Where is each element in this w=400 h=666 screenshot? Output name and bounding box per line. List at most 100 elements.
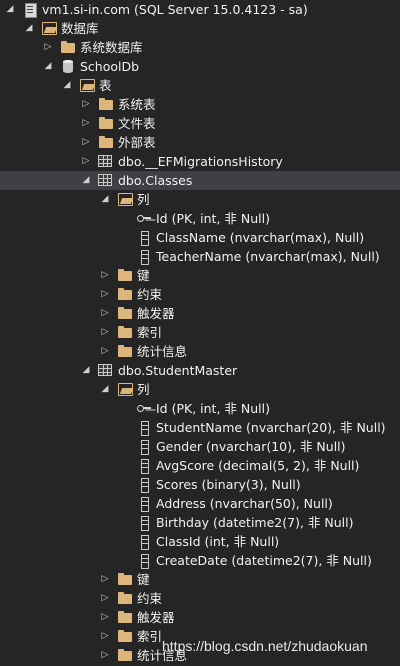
tree-node-scores-binary-3-null[interactable]: Scores (binary(3), Null) <box>0 475 400 494</box>
expand-arrow-icon[interactable]: ▷ <box>42 38 54 57</box>
collapse-arrow-icon[interactable]: ◢ <box>80 361 92 380</box>
folder-icon <box>117 287 133 302</box>
tree-node-label: dbo.__EFMigrationsHistory <box>118 154 283 169</box>
collapse-arrow-icon[interactable]: ◢ <box>80 171 92 190</box>
tree-node-teachername-nvarchar-max-null[interactable]: TeacherName (nvarchar(max), Null) <box>0 247 400 266</box>
tree-node-label: vm1.si-in.com (SQL Server 15.0.4123 - sa… <box>42 2 308 17</box>
tree-node-label: Id (PK, int, 非 Null) <box>156 211 270 226</box>
collapse-arrow-icon[interactable]: ◢ <box>42 57 54 76</box>
tree-node-node-15[interactable]: ▷ 约束 <box>0 285 400 304</box>
tree-node-node-2[interactable]: ▷ 系统数据库 <box>0 38 400 57</box>
tree-node-birthday-datetime2-7-null[interactable]: Birthday (datetime2(7), 非 Null) <box>0 513 400 532</box>
tree-node-label: 索引 <box>137 325 163 340</box>
folder-icon <box>98 116 114 131</box>
tree-node-node-34[interactable]: ▷ 统计信息 <box>0 646 400 665</box>
tree-node-label: ClassName (nvarchar(max), Null) <box>156 230 365 245</box>
expand-arrow-icon[interactable]: ▷ <box>99 304 111 323</box>
column-icon <box>136 439 152 455</box>
tree-node-node-6[interactable]: ▷ 文件表 <box>0 114 400 133</box>
folder-open-icon <box>41 21 57 36</box>
folder-open-icon <box>117 192 133 207</box>
expand-arrow-icon[interactable]: ▷ <box>99 285 111 304</box>
tree-node-dbo-efmigrationshistory[interactable]: ▷ dbo.__EFMigrationsHistory <box>0 152 400 171</box>
tree-node-node-18[interactable]: ▷ 统计信息 <box>0 342 400 361</box>
tree-node-node-1[interactable]: ◢ 数据库 <box>0 19 400 38</box>
tree-node-label: Birthday (datetime2(7), 非 Null) <box>156 515 354 530</box>
column-icon <box>136 534 152 550</box>
tree-node-dbo-studentmaster[interactable]: ◢ dbo.StudentMaster <box>0 361 400 380</box>
collapse-arrow-icon[interactable]: ◢ <box>23 19 35 38</box>
folder-icon <box>117 325 133 340</box>
column-icon <box>136 553 152 569</box>
tree-node-label: CreateDate (datetime2(7), 非 Null) <box>156 553 372 568</box>
folder-icon <box>117 572 133 587</box>
column-icon <box>136 230 152 246</box>
tree-node-classname-nvarchar-max-null[interactable]: ClassName (nvarchar(max), Null) <box>0 228 400 247</box>
expand-arrow-icon[interactable]: ▷ <box>99 342 111 361</box>
expand-arrow-icon[interactable]: ▷ <box>80 95 92 114</box>
tree-node-createdate-datetime2-7-null[interactable]: CreateDate (datetime2(7), 非 Null) <box>0 551 400 570</box>
tree-node-address-nvarchar-50-null[interactable]: Address (nvarchar(50), Null) <box>0 494 400 513</box>
tree-node-node-5[interactable]: ▷ 系统表 <box>0 95 400 114</box>
tree-node-label: 键 <box>137 572 150 587</box>
tree-node-gender-nvarchar-10-null[interactable]: Gender (nvarchar(10), 非 Null) <box>0 437 400 456</box>
tree-node-id-pk-int-null[interactable]: Id (PK, int, 非 Null) <box>0 399 400 418</box>
tree-node-node-7[interactable]: ▷ 外部表 <box>0 133 400 152</box>
tree-node-label: 触发器 <box>137 610 175 625</box>
expand-arrow-icon[interactable]: ▷ <box>99 266 111 285</box>
tree-node-label: 系统表 <box>118 97 156 112</box>
folder-open-icon <box>79 78 95 93</box>
key-icon <box>136 211 152 226</box>
tree-node-classid-int-null[interactable]: ClassId (int, 非 Null) <box>0 532 400 551</box>
table-icon <box>98 174 112 186</box>
expand-arrow-icon[interactable]: ▷ <box>99 323 111 342</box>
tree-node-label: 触发器 <box>137 306 175 321</box>
expand-arrow-icon[interactable]: ▷ <box>99 589 111 608</box>
tree-node-node-30[interactable]: ▷ 键 <box>0 570 400 589</box>
expand-arrow-icon[interactable]: ▷ <box>99 570 111 589</box>
tree-node-schooldb[interactable]: ◢ SchoolDb <box>0 57 400 76</box>
tree-node-id-pk-int-null[interactable]: Id (PK, int, 非 Null) <box>0 209 400 228</box>
expand-arrow-icon[interactable]: ▷ <box>99 627 111 646</box>
tree-node-label: Address (nvarchar(50), Null) <box>156 496 333 511</box>
column-icon <box>136 420 152 436</box>
column-icon <box>136 249 152 265</box>
expand-arrow-icon[interactable]: ▷ <box>99 608 111 627</box>
folder-icon <box>117 268 133 283</box>
expand-arrow-icon[interactable]: ▷ <box>80 152 92 171</box>
collapse-arrow-icon[interactable]: ◢ <box>99 190 111 209</box>
tree-node-studentname-nvarchar-20-null[interactable]: StudentName (nvarchar(20), 非 Null) <box>0 418 400 437</box>
tree-node-node-16[interactable]: ▷ 触发器 <box>0 304 400 323</box>
expand-arrow-icon[interactable]: ▷ <box>99 646 111 665</box>
folder-icon <box>117 306 133 321</box>
tree-node-node-33[interactable]: ▷ 索引 <box>0 627 400 646</box>
expand-arrow-icon[interactable]: ▷ <box>80 133 92 152</box>
folder-icon <box>117 648 133 663</box>
folder-icon <box>117 344 133 359</box>
collapse-arrow-icon[interactable]: ◢ <box>61 76 73 95</box>
tree-node-label: 表 <box>99 78 112 93</box>
tree-node-label: 列 <box>137 192 150 207</box>
folder-icon <box>117 629 133 644</box>
tree-node-label: SchoolDb <box>80 59 140 74</box>
expand-arrow-icon[interactable]: ▷ <box>80 114 92 133</box>
collapse-arrow-icon[interactable]: ◢ <box>99 380 111 399</box>
table-icon <box>98 364 112 376</box>
database-icon <box>60 59 76 74</box>
tree-node-vm1-si-in-com-sql-server-15-0-4123-sa[interactable]: ◢ vm1.si-in.com (SQL Server 15.0.4123 - s… <box>0 0 400 19</box>
tree-node-node-10[interactable]: ◢ 列 <box>0 190 400 209</box>
tree-node-node-20[interactable]: ◢ 列 <box>0 380 400 399</box>
collapse-arrow-icon[interactable]: ◢ <box>4 0 16 19</box>
tree-node-node-14[interactable]: ▷ 键 <box>0 266 400 285</box>
tree-node-dbo-classes[interactable]: ◢ dbo.Classes <box>0 171 400 190</box>
tree-node-label: Scores (binary(3), Null) <box>156 477 301 492</box>
tree-node-node-17[interactable]: ▷ 索引 <box>0 323 400 342</box>
tree-node-label: Id (PK, int, 非 Null) <box>156 401 270 416</box>
tree-node-avgscore-decimal-5-2-null[interactable]: AvgScore (decimal(5, 2), 非 Null) <box>0 456 400 475</box>
tree-node-node-32[interactable]: ▷ 触发器 <box>0 608 400 627</box>
tree-node-label: TeacherName (nvarchar(max), Null) <box>156 249 380 264</box>
tree-node-label: 列 <box>137 382 150 397</box>
tree-node-label: 统计信息 <box>137 344 188 359</box>
tree-node-node-31[interactable]: ▷ 约束 <box>0 589 400 608</box>
tree-node-node-4[interactable]: ◢ 表 <box>0 76 400 95</box>
